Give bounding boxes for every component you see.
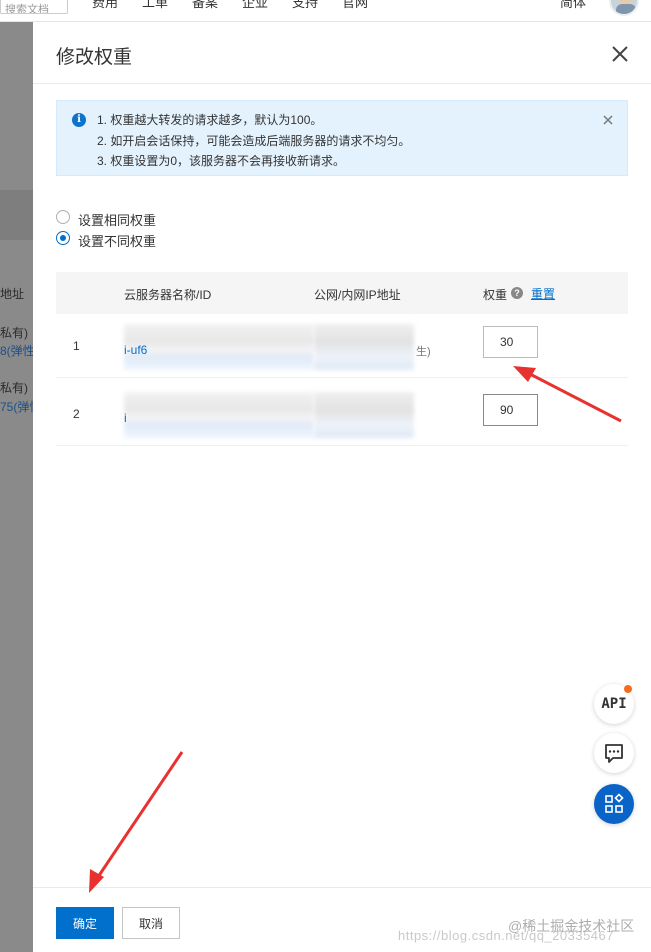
help-circle-icon[interactable] <box>518 0 532 7</box>
column-header-name: 云服务器名称/ID <box>124 288 212 302</box>
notice-line: 1. 权重越大转发的请求越多，默认为100。 <box>97 113 323 127</box>
reset-link[interactable]: 重置 <box>531 285 555 302</box>
table-row: 1 i-uf6 生) <box>56 316 628 378</box>
column-header-weight: 权重 <box>483 288 508 302</box>
background-cell: 私有) <box>0 381 28 395</box>
screen-icon[interactable] <box>392 0 406 7</box>
drawer-header: 修改权重 <box>33 22 651 84</box>
background-band <box>0 190 33 240</box>
drawer-title: 修改权重 <box>56 47 133 68</box>
edit-weight-drawer: 修改权重 i 1. 权重越大转发的请求越多，默认为100。 2. 如开启会话保持… <box>33 22 651 952</box>
instance-id[interactable]: i-uf6 <box>124 343 147 357</box>
api-label: API <box>601 696 627 712</box>
row-index: 2 <box>73 407 80 421</box>
instance-id[interactable]: i <box>124 411 127 425</box>
chat-bubble-icon <box>605 744 623 763</box>
table-header: 云服务器名称/ID 公网/内网IP地址 权重 ? 重置 <box>56 272 628 314</box>
nav-item-icp[interactable]: 备案 <box>192 0 218 11</box>
cart-icon[interactable] <box>478 0 492 7</box>
avatar-face-icon <box>616 0 636 14</box>
redacted-ip-address <box>314 324 414 370</box>
redacted-server-name <box>124 324 314 370</box>
close-icon[interactable] <box>608 42 632 66</box>
api-button[interactable]: API <box>594 684 634 724</box>
avatar[interactable] <box>609 0 639 16</box>
apps-button[interactable] <box>594 784 634 824</box>
cancel-button[interactable]: 取消 <box>122 907 180 939</box>
nav-item-enterprise[interactable]: 企业 <box>242 0 268 11</box>
nav-item-language[interactable]: 简体 <box>560 0 586 11</box>
info-notice: i 1. 权重越大转发的请求越多，默认为100。 2. 如开启会话保持，可能会造… <box>56 100 628 176</box>
question-icon[interactable]: ? <box>511 287 523 299</box>
top-navigation: 搜索文档 费用 工单 备案 企业 支持 官网 简体 <box>0 0 651 22</box>
row-index: 1 <box>73 339 80 353</box>
bell-icon[interactable] <box>434 0 448 7</box>
nav-item-tickets[interactable]: 工单 <box>142 0 168 11</box>
radio-button-checked[interactable] <box>56 231 70 245</box>
confirm-button[interactable]: 确定 <box>56 907 114 939</box>
background-cell: 8(弹性 <box>0 344 35 358</box>
redacted-ip-address <box>314 392 414 438</box>
radio-label: 设置相同权重 <box>78 213 157 228</box>
watermark: @稀土掘金技术社区 <box>508 918 635 934</box>
drawer-footer: 确定 取消 https://blog.csdn.net/qq_20335467 … <box>33 887 651 952</box>
radio-label: 设置不同权重 <box>78 234 157 249</box>
notice-line: 3. 权重设置为0，该服务器不会再接收新请求。 <box>97 154 346 168</box>
notification-dot <box>624 685 632 693</box>
info-icon: i <box>72 113 86 127</box>
table-row: 2 i <box>56 384 628 446</box>
nav-item-official-site[interactable]: 官网 <box>342 0 368 11</box>
column-header-ip: 公网/内网IP地址 <box>314 288 401 302</box>
background-overlay[interactable]: 地址 私有) 8(弹性 私有) 75(弹性 <box>0 22 41 952</box>
nav-item-billing[interactable]: 费用 <box>92 0 118 11</box>
radio-button[interactable] <box>56 210 70 224</box>
chat-button[interactable] <box>594 733 634 773</box>
ip-suffix: 生) <box>416 346 431 358</box>
weight-input[interactable] <box>483 394 538 426</box>
redacted-server-name <box>124 392 314 438</box>
notice-close-icon[interactable] <box>602 114 614 126</box>
weight-input[interactable] <box>483 326 538 358</box>
nav-item-support[interactable]: 支持 <box>292 0 318 11</box>
background-column-header: 地址 <box>0 287 25 301</box>
apps-grid-icon <box>605 793 624 813</box>
notice-line: 2. 如开启会话保持，可能会造成后端服务器的请求不均匀。 <box>97 134 411 148</box>
search-input[interactable]: 搜索文档 <box>0 0 68 14</box>
background-cell: 私有) <box>0 326 28 340</box>
